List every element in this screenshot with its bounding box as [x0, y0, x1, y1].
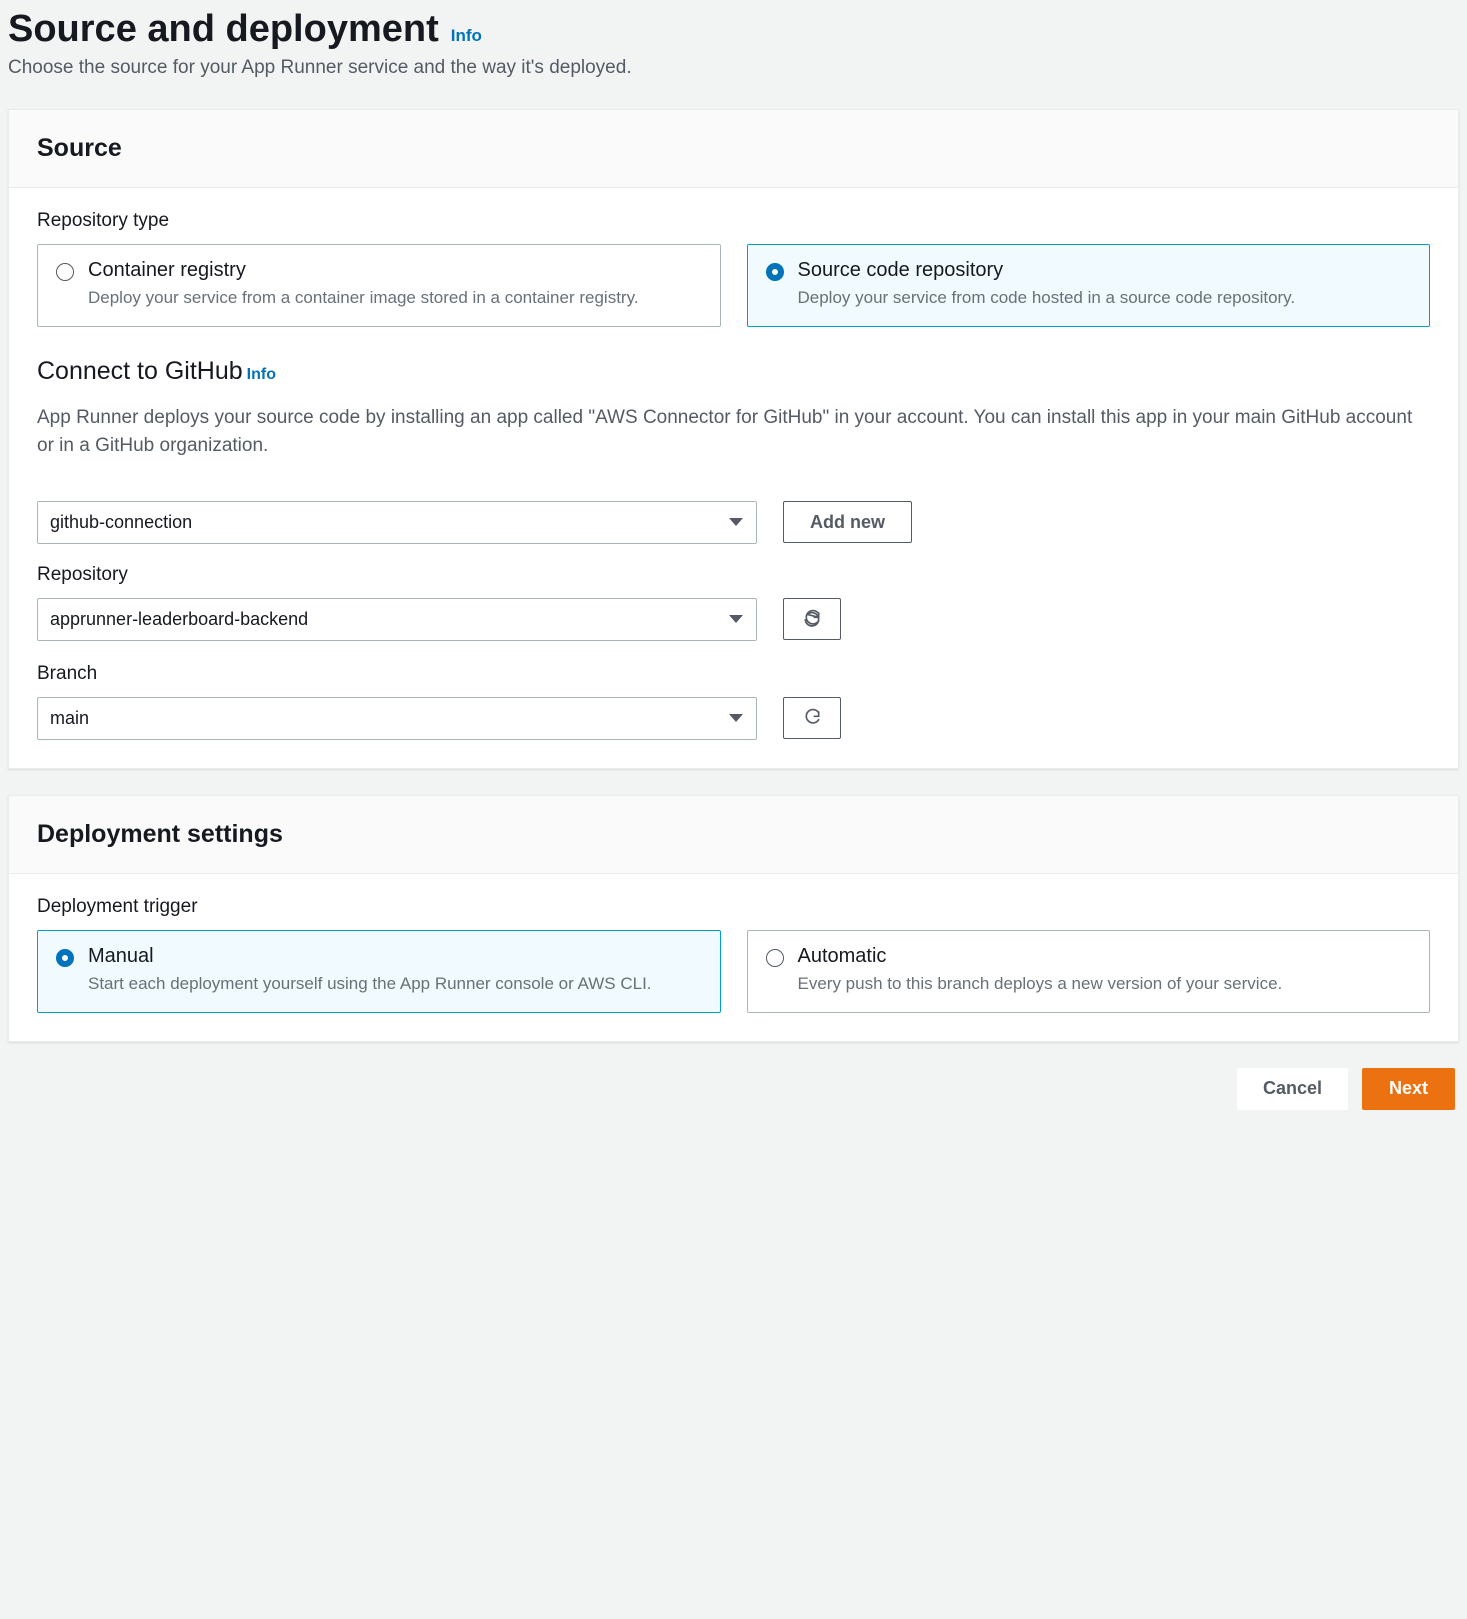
tile-desc: Deploy your service from code hosted in …	[798, 286, 1296, 310]
chevron-down-icon	[729, 714, 743, 722]
radio-icon	[56, 949, 74, 967]
info-link-connect[interactable]: Info	[247, 366, 276, 384]
radio-icon	[766, 949, 784, 967]
repository-select[interactable]: apprunner-leaderboard-backend	[37, 598, 757, 641]
tile-desc: Every push to this branch deploys a new …	[798, 972, 1283, 996]
next-button[interactable]: Next	[1362, 1068, 1455, 1110]
tile-title: Source code repository	[798, 259, 1296, 282]
connect-github-title: Connect to GitHub	[37, 357, 243, 386]
refresh-branch-button[interactable]	[783, 697, 841, 739]
tile-manual-trigger[interactable]: Manual Start each deployment yourself us…	[37, 930, 721, 1013]
chevron-down-icon	[729, 518, 743, 526]
repository-type-label: Repository type	[37, 210, 1430, 232]
deployment-panel-header: Deployment settings	[9, 796, 1458, 874]
repository-label: Repository	[37, 564, 1430, 586]
radio-icon	[766, 263, 784, 281]
tile-title: Manual	[88, 945, 652, 968]
tile-title: Container registry	[88, 259, 639, 282]
source-panel-header: Source	[9, 110, 1458, 188]
footer-actions: Cancel Next	[8, 1068, 1459, 1110]
branch-label: Branch	[37, 663, 1430, 685]
tile-title: Automatic	[798, 945, 1283, 968]
connection-select-value: github-connection	[50, 512, 192, 533]
tile-desc: Deploy your service from a container ima…	[88, 286, 639, 310]
deployment-heading: Deployment settings	[37, 820, 1430, 849]
branch-select-value: main	[50, 708, 89, 729]
refresh-icon	[802, 708, 822, 728]
branch-select[interactable]: main	[37, 697, 757, 740]
connection-select[interactable]: github-connection	[37, 501, 757, 544]
chevron-down-icon	[729, 615, 743, 623]
info-link-page[interactable]: Info	[451, 26, 482, 46]
repository-select-value: apprunner-leaderboard-backend	[50, 609, 308, 630]
add-new-button[interactable]: Add new	[783, 501, 912, 543]
refresh-icon	[802, 609, 822, 629]
deployment-trigger-label: Deployment trigger	[37, 896, 1430, 918]
connect-github-desc: App Runner deploys your source code by i…	[37, 404, 1430, 461]
refresh-repository-button[interactable]	[783, 598, 841, 640]
page-subtitle: Choose the source for your App Runner se…	[8, 57, 1459, 109]
source-heading: Source	[37, 134, 1430, 163]
tile-container-registry[interactable]: Container registry Deploy your service f…	[37, 244, 721, 327]
tile-automatic-trigger[interactable]: Automatic Every push to this branch depl…	[747, 930, 1431, 1013]
tile-source-code-repository[interactable]: Source code repository Deploy your servi…	[747, 244, 1431, 327]
cancel-button[interactable]: Cancel	[1237, 1068, 1348, 1110]
radio-icon	[56, 263, 74, 281]
deployment-settings-panel: Deployment settings Deployment trigger M…	[8, 795, 1459, 1042]
page-title: Source and deployment	[8, 8, 439, 51]
tile-desc: Start each deployment yourself using the…	[88, 972, 652, 996]
source-panel: Source Repository type Container registr…	[8, 109, 1459, 769]
